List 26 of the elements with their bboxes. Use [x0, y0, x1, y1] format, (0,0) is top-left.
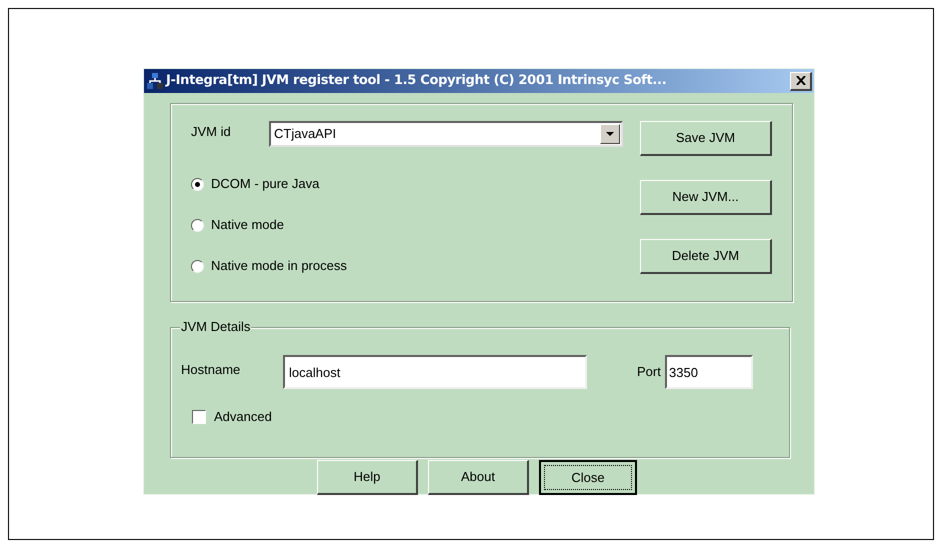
radio-button[interactable]: [191, 218, 204, 232]
side-button[interactable]: Save JVM: [640, 121, 772, 156]
checkbox[interactable]: [192, 410, 206, 424]
close-icon: [796, 76, 806, 85]
radio-label[interactable]: Native mode in process: [211, 256, 347, 276]
radio-label[interactable]: Native mode: [211, 215, 284, 235]
window-title: J-Integra[tm] JVM register tool - 1.5 Copyright (C) 2001 Intrinsyc Soft...: [166, 72, 666, 90]
dialog-button[interactable]: Close: [539, 460, 637, 495]
jvm-id-dropdown[interactable]: CTjavaAPI: [269, 121, 623, 147]
port-field[interactable]: 3350: [665, 355, 753, 389]
field-label: Hostname: [181, 361, 242, 380]
radio-button[interactable]: [191, 178, 204, 190]
dialog-button[interactable]: About: [428, 460, 529, 495]
radio-button[interactable]: [191, 260, 204, 272]
dialog-button[interactable]: Help: [317, 460, 418, 495]
dropdown-button[interactable]: [600, 124, 620, 144]
side-button[interactable]: New JVM...: [640, 180, 772, 215]
field-label: Port: [637, 363, 662, 382]
close-button[interactable]: [790, 72, 812, 90]
caret-icon: [606, 132, 614, 136]
field-label: JVM id: [191, 123, 232, 142]
hostname-field[interactable]: localhost: [283, 355, 587, 389]
side-button[interactable]: Delete JVM: [640, 239, 772, 274]
checkbox-label[interactable]: Advanced: [214, 407, 272, 426]
radio-label[interactable]: DCOM - pure Java: [211, 174, 320, 194]
app-icon: [146, 72, 164, 90]
